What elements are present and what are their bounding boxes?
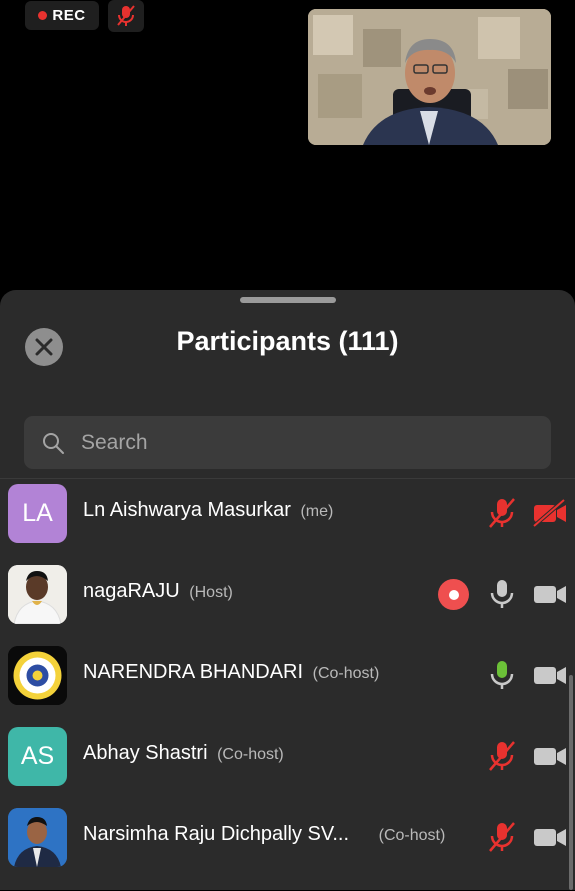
video-off-icon [532, 498, 566, 528]
mic-speaking-icon [490, 661, 514, 689]
mic-muted-button[interactable] [108, 0, 144, 32]
list-scrollbar[interactable] [569, 675, 573, 890]
participant-name: Ln Aishwarya Masurkar [83, 499, 291, 521]
video-camera-icon [534, 667, 566, 684]
avatar-photo [8, 808, 67, 867]
search-icon [43, 432, 64, 454]
avatar-initials: AS [20, 742, 55, 770]
mic-muted-icon [117, 5, 135, 26]
participant-name-line: Abhay Shastri (Co-host) [83, 742, 284, 765]
mic-toggle[interactable] [484, 657, 520, 693]
mic-icon [490, 580, 514, 608]
panel-title: Participants (111) [176, 326, 399, 356]
participant-name: NARENDRA BHANDARI [83, 661, 304, 683]
participant-name-line: nagaRAJU (Host) [83, 580, 233, 603]
mic-toggle[interactable] [484, 738, 520, 774]
avatar-initials: LA [22, 499, 53, 527]
participant-row[interactable]: LA Ln Aishwarya Masurkar (me) [0, 482, 575, 563]
speaker-video-tile[interactable] [308, 9, 551, 145]
mic-toggle[interactable] [484, 576, 520, 612]
participant-role: (Co-host) [312, 665, 380, 682]
recording-dot-icon [38, 11, 48, 20]
participant-role: (Co-host) [378, 827, 446, 844]
participant-list[interactable]: LA Ln Aishwarya Masurkar (me) nagaRAJU (… [0, 478, 575, 891]
participant-role: (Co-host) [217, 746, 284, 763]
participant-name: Narsimha Raju Dichpally SV... [83, 823, 350, 845]
avatar [8, 565, 67, 624]
video-toggle[interactable] [532, 738, 568, 774]
mic-toggle[interactable] [484, 495, 520, 531]
participant-row[interactable]: Narsimha Raju Dichpally SV... (Co-host) [0, 806, 575, 887]
video-toggle[interactable] [532, 657, 568, 693]
lions-logo-avatar [8, 646, 67, 705]
video-camera-icon [534, 748, 566, 765]
participant-role: (me) [300, 503, 334, 520]
participant-name-line: Ln Aishwarya Masurkar (me) [83, 499, 333, 522]
avatar [8, 646, 67, 705]
avatar: AS [8, 727, 67, 786]
search-placeholder: Search [81, 430, 148, 454]
participants-panel: Participants (111) Search LA Ln Aishwary… [0, 290, 575, 890]
mic-toggle[interactable] [484, 819, 520, 855]
recording-badge[interactable]: REC [25, 1, 99, 30]
video-toggle[interactable] [532, 495, 568, 531]
record-icon [448, 589, 459, 600]
participant-row[interactable]: nagaRAJU (Host) [0, 563, 575, 644]
participant-row[interactable]: AS Abhay Shastri (Co-host) [0, 725, 575, 806]
recording-label: REC [52, 7, 86, 24]
avatar [8, 808, 67, 867]
recording-indicator [438, 579, 469, 610]
mic-muted-icon [489, 498, 515, 528]
drag-handle[interactable] [240, 297, 336, 303]
video-camera-icon [534, 829, 566, 846]
search-input[interactable]: Search [24, 416, 551, 469]
mic-muted-icon [489, 741, 515, 771]
participant-row[interactable]: NARENDRA BHANDARI (Co-host) [0, 644, 575, 725]
participant-name: nagaRAJU [83, 580, 180, 602]
speaker-video-image [308, 9, 551, 145]
participant-name: Abhay Shastri [83, 742, 208, 764]
avatar-photo [8, 565, 67, 624]
video-toggle[interactable] [532, 819, 568, 855]
video-camera-icon [534, 586, 566, 603]
participant-name-line: NARENDRA BHANDARI (Co-host) [83, 661, 379, 684]
mic-muted-icon [489, 822, 515, 852]
avatar: LA [8, 484, 67, 543]
video-toggle[interactable] [532, 576, 568, 612]
participant-name-line: Narsimha Raju Dichpally SV... (Co-host) [83, 823, 445, 846]
participant-role: (Host) [189, 584, 233, 601]
